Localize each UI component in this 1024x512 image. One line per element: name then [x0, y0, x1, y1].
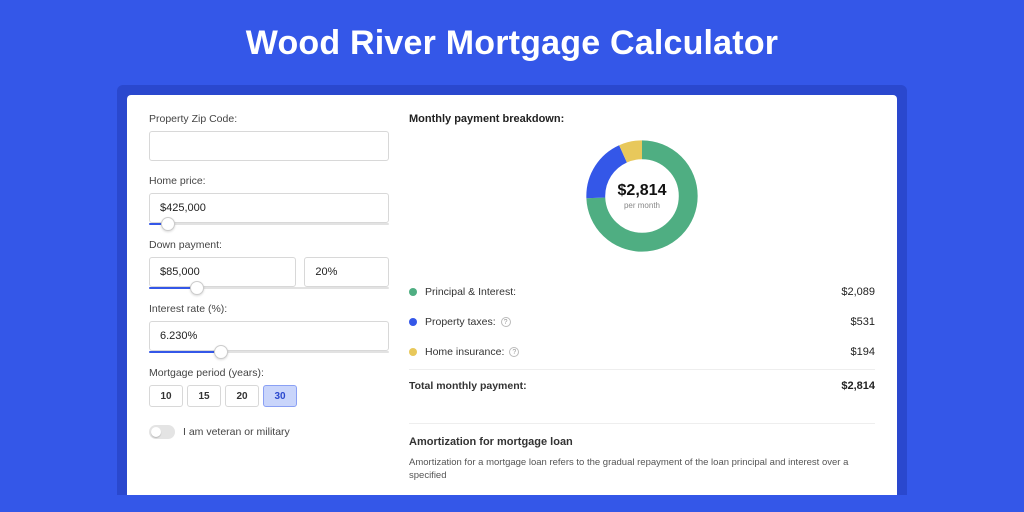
zip-input[interactable]: [149, 131, 389, 161]
period-option-20[interactable]: 20: [225, 385, 259, 407]
calculator-card: Property Zip Code: Home price: Down paym…: [127, 95, 897, 495]
home-price-slider[interactable]: [149, 223, 389, 225]
breakdown-label: Property taxes:: [425, 316, 496, 328]
zip-field: Property Zip Code:: [149, 113, 389, 161]
zip-label: Property Zip Code:: [149, 113, 389, 125]
breakdown-title: Monthly payment breakdown:: [409, 113, 875, 125]
donut-chart-wrap: $2,814 per month: [409, 135, 875, 257]
home-price-field: Home price:: [149, 175, 389, 225]
down-payment-pct-input[interactable]: [304, 257, 389, 287]
down-payment-slider[interactable]: [149, 287, 389, 289]
donut-sub: per month: [624, 201, 660, 210]
color-swatch-green: [409, 288, 417, 296]
period-field: Mortgage period (years): 10152030: [149, 367, 389, 407]
veteran-label: I am veteran or military: [183, 426, 290, 438]
breakdown-value: $2,089: [841, 286, 875, 298]
donut-chart: $2,814 per month: [581, 135, 703, 257]
color-swatch-blue: [409, 318, 417, 326]
home-price-label: Home price:: [149, 175, 389, 187]
period-option-15[interactable]: 15: [187, 385, 221, 407]
breakdown-column: Monthly payment breakdown: $2,814 per mo…: [389, 113, 875, 495]
breakdown-row: Principal & Interest: $2,089: [409, 277, 875, 307]
breakdown-row: Home insurance:? $194: [409, 337, 875, 367]
page-title: Wood River Mortgage Calculator: [0, 0, 1024, 85]
period-option-30[interactable]: 30: [263, 385, 297, 407]
interest-input[interactable]: [149, 321, 389, 351]
breakdown-value: $194: [851, 346, 875, 358]
interest-slider[interactable]: [149, 351, 389, 353]
amortization-body: Amortization for a mortgage loan refers …: [409, 456, 875, 483]
interest-slider-fill: [149, 351, 221, 353]
total-value: $2,814: [841, 380, 875, 392]
home-price-slider-thumb[interactable]: [161, 217, 175, 231]
breakdown-value: $531: [851, 316, 875, 328]
info-icon[interactable]: ?: [509, 347, 519, 357]
interest-field: Interest rate (%):: [149, 303, 389, 353]
down-payment-input[interactable]: [149, 257, 296, 287]
veteran-toggle[interactable]: [149, 425, 175, 439]
period-label: Mortgage period (years):: [149, 367, 389, 379]
period-option-10[interactable]: 10: [149, 385, 183, 407]
veteran-row: I am veteran or military: [149, 425, 389, 439]
interest-slider-thumb[interactable]: [214, 345, 228, 359]
card-outer: Property Zip Code: Home price: Down paym…: [117, 85, 907, 495]
color-swatch-gold: [409, 348, 417, 356]
breakdown-row: Property taxes:? $531: [409, 307, 875, 337]
interest-label: Interest rate (%):: [149, 303, 389, 315]
home-price-input[interactable]: [149, 193, 389, 223]
amortization-title: Amortization for mortgage loan: [409, 423, 875, 448]
down-payment-field: Down payment:: [149, 239, 389, 289]
donut-amount: $2,814: [618, 182, 667, 200]
down-payment-slider-thumb[interactable]: [190, 281, 204, 295]
info-icon[interactable]: ?: [501, 317, 511, 327]
total-label: Total monthly payment:: [409, 380, 527, 392]
breakdown-label: Home insurance:: [425, 346, 504, 358]
total-row: Total monthly payment: $2,814: [409, 369, 875, 401]
donut-center: $2,814 per month: [581, 135, 703, 257]
form-column: Property Zip Code: Home price: Down paym…: [149, 113, 389, 495]
breakdown-label: Principal & Interest:: [425, 286, 516, 298]
period-group: 10152030: [149, 385, 389, 407]
down-payment-label: Down payment:: [149, 239, 389, 251]
breakdown-rows: Principal & Interest: $2,089 Property taxe…: [409, 277, 875, 367]
